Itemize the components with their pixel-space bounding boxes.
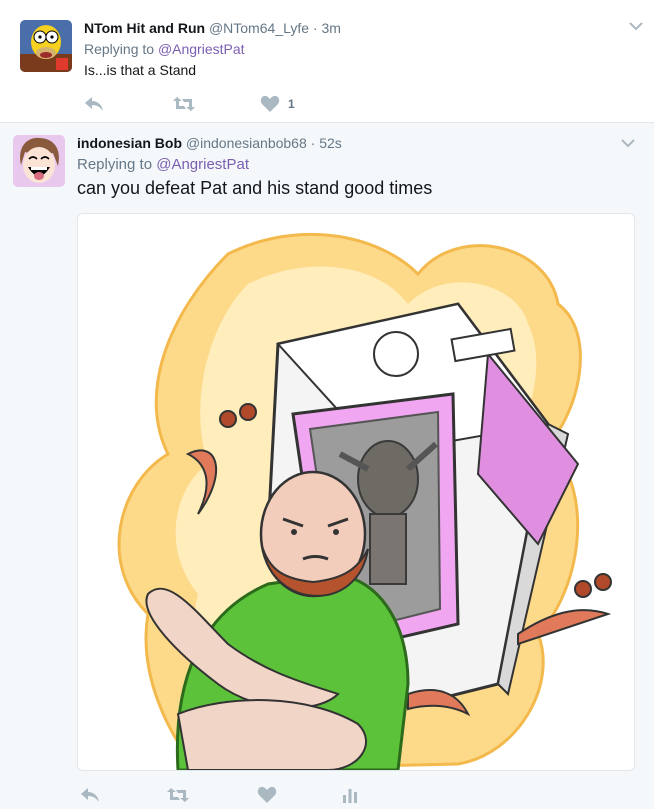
retweet-icon xyxy=(173,97,195,111)
like-count: 1 xyxy=(288,97,295,111)
reply-icon xyxy=(85,97,103,111)
reply-button[interactable] xyxy=(80,786,100,804)
like-button[interactable]: 1 xyxy=(260,95,295,113)
like-button[interactable] xyxy=(257,786,277,804)
reply-icon xyxy=(81,788,99,802)
tweet-media-image[interactable] xyxy=(77,213,635,771)
chevron-down-icon[interactable] xyxy=(620,135,636,151)
tweet-text: Is...is that a Stand xyxy=(84,62,197,78)
tweet-actions: 1 xyxy=(84,95,384,115)
tweet-actions xyxy=(80,786,380,806)
retweet-button[interactable] xyxy=(166,786,190,804)
timestamp[interactable]: 52s xyxy=(319,135,342,151)
tweet-text: can you defeat Pat and his stand good ti… xyxy=(77,178,433,198)
mention-link[interactable]: @AngriestPat xyxy=(156,156,249,173)
reply-button[interactable] xyxy=(84,95,104,113)
tweet-header: NTom Hit and Run @NTom64_Lyfe · 3m xyxy=(84,20,341,36)
analytics-button[interactable] xyxy=(342,786,358,804)
display-name[interactable]: indonesian Bob xyxy=(77,135,182,151)
illustration-bearded-man-with-stand-icon xyxy=(117,232,612,770)
cartoon-character-avatar-icon xyxy=(20,20,72,72)
retweet-button[interactable] xyxy=(172,95,196,113)
retweet-icon xyxy=(167,788,189,802)
tweet-ntom[interactable]: NTom Hit and Run @NTom64_Lyfe · 3m Reply… xyxy=(0,0,654,123)
chevron-down-icon[interactable] xyxy=(628,18,644,34)
replying-prefix: Replying to xyxy=(84,41,155,57)
separator: · xyxy=(312,20,318,36)
tweet-header: indonesian Bob @indonesianbob68 · 52s xyxy=(77,135,342,151)
user-handle[interactable]: @indonesianbob68 xyxy=(186,135,307,151)
avatar[interactable] xyxy=(20,20,72,72)
replying-prefix: Replying to xyxy=(77,156,153,173)
display-name[interactable]: NTom Hit and Run xyxy=(84,20,205,36)
timestamp[interactable]: 3m xyxy=(321,20,340,36)
tweet-indonesian-bob[interactable]: indonesian Bob @indonesianbob68 · 52s Re… xyxy=(0,123,654,809)
replying-to: Replying to @AngriestPat xyxy=(77,156,249,173)
separator: · xyxy=(310,135,316,151)
laughing-cartoon-avatar-icon xyxy=(13,135,65,187)
heart-icon xyxy=(260,95,280,112)
heart-icon xyxy=(257,786,277,803)
user-handle[interactable]: @NTom64_Lyfe xyxy=(209,20,309,36)
bar-chart-icon xyxy=(343,789,357,803)
replying-to: Replying to @AngriestPat xyxy=(84,41,245,57)
avatar[interactable] xyxy=(13,135,65,187)
mention-link[interactable]: @AngriestPat xyxy=(158,41,245,57)
